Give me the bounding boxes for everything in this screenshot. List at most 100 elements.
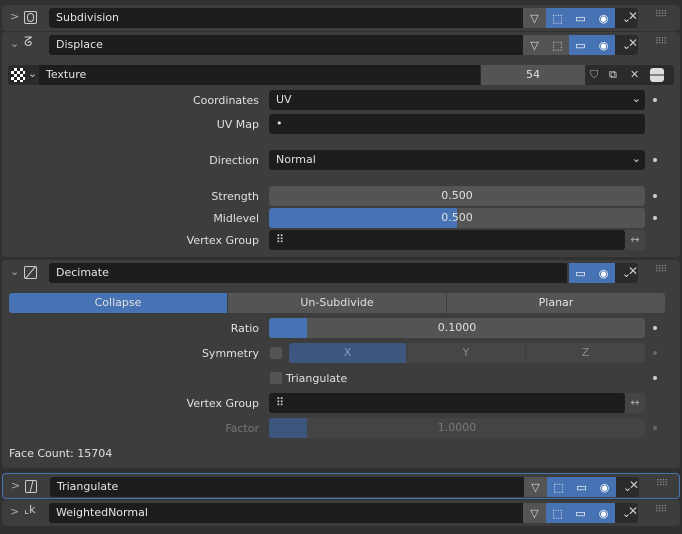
texture-name-input[interactable]: Texture <box>39 65 480 85</box>
keyframe-dot[interactable] <box>653 98 657 102</box>
vertex-group-field[interactable]: ⠿ <box>269 230 625 250</box>
toggle-icon[interactable] <box>650 68 664 82</box>
direction-select[interactable]: Normal ⌄ <box>269 150 645 170</box>
direction-value: Normal <box>276 153 316 166</box>
invert-arrows-icon[interactable]: ↔ <box>625 393 645 413</box>
on-cage-icon[interactable]: ▽ <box>523 35 546 55</box>
viewport-display-icon[interactable]: ▭ <box>569 503 592 523</box>
midlevel-value: 0.500 <box>441 211 473 224</box>
ratio-fill <box>269 318 307 338</box>
midlevel-label: Midlevel <box>213 212 259 225</box>
fake-user-shield-icon[interactable]: ⛉ <box>590 68 598 82</box>
modifier-subdivision-header[interactable]: > Subdivision ▽ ⬚ ▭ ◉ ⌄ ✕ ⠿⠿ <box>2 5 680 31</box>
ratio-value: 0.1000 <box>437 321 477 334</box>
texture-selector[interactable]: ⌄ Texture 54 ⛉ ⧉ ✕ <box>8 65 674 85</box>
viewport-display-icon[interactable]: ▭ <box>570 477 593 497</box>
drag-handle-icon[interactable]: ⠿⠿ <box>655 37 667 47</box>
ratio-label: Ratio <box>230 322 259 335</box>
ratio-slider[interactable]: 0.1000 <box>269 318 645 338</box>
symmetry-axis-y[interactable]: Y <box>407 343 525 363</box>
render-camera-icon[interactable]: ◉ <box>592 503 615 523</box>
strength-slider[interactable]: 0.500 <box>269 186 645 206</box>
subdivision-icon <box>24 11 37 24</box>
expand-chevron-icon[interactable]: > <box>11 479 20 492</box>
render-camera-icon[interactable]: ◉ <box>592 8 615 28</box>
keyframe-dot[interactable] <box>653 216 657 220</box>
unlink-icon[interactable]: ✕ <box>630 68 639 81</box>
chevron-down-icon: ⌄ <box>631 152 641 165</box>
remove-modifier-icon[interactable]: ✕ <box>628 264 638 278</box>
remove-modifier-icon[interactable]: ✕ <box>628 504 638 518</box>
symmetry-label: Symmetry <box>201 347 259 360</box>
keyframe-dot[interactable] <box>653 326 657 330</box>
modifier-triangulate-header[interactable]: > Triangulate ▽ ⬚ ▭ ◉ ⌄ ✕ ⠿⠿ <box>2 473 680 499</box>
displace-icon: ᘔ <box>24 35 33 50</box>
direction-label: Direction <box>209 154 259 167</box>
drag-handle-icon[interactable]: ⠿⠿ <box>655 505 667 515</box>
render-camera-icon[interactable]: ◉ <box>592 35 615 55</box>
remove-modifier-icon[interactable]: ✕ <box>628 36 638 50</box>
symmetry-axis-x[interactable]: X <box>289 343 406 363</box>
modifier-weightednormal-header[interactable]: > ⌞k WeightedNormal ▽ ⬚ ▭ ◉ ⌄ ✕ ⠿⠿ <box>2 500 680 526</box>
chevron-down-icon: ⌄ <box>631 92 641 105</box>
edit-mode-icon[interactable]: ⬚ <box>546 35 569 55</box>
uv-map-label: UV Map <box>216 118 259 131</box>
coordinates-select[interactable]: UV ⌄ <box>269 90 645 110</box>
mode-unsubdivide-tab[interactable]: Un-Subdivide <box>228 293 446 313</box>
remove-modifier-icon[interactable]: ✕ <box>628 9 638 23</box>
edit-mode-icon[interactable]: ⬚ <box>546 8 569 28</box>
expand-chevron-icon[interactable]: > <box>10 10 19 23</box>
keyframe-dot[interactable] <box>653 194 657 198</box>
checker-texture-icon[interactable] <box>11 68 25 82</box>
modifier-displace-header[interactable]: ⌄ ᘔ Displace ▽ ⬚ ▭ ◉ ⌄ ✕ ⠿⠿ <box>2 32 680 58</box>
symmetry-checkbox[interactable] <box>270 347 282 359</box>
vertex-group-icon: ⠿ <box>276 396 285 409</box>
triangulate-label[interactable]: Triangulate <box>286 372 347 385</box>
drag-handle-icon[interactable]: ⠿⠿ <box>656 479 668 489</box>
on-cage-icon[interactable]: ▽ <box>523 503 546 523</box>
viewport-display-icon[interactable]: ▭ <box>569 263 592 283</box>
viewport-display-icon[interactable]: ▭ <box>569 35 592 55</box>
keyframe-dot[interactable] <box>653 158 657 162</box>
on-cage-icon[interactable]: ▽ <box>524 477 547 497</box>
weighted-normal-icon: ⌞k <box>24 503 36 516</box>
vertex-group-label: Vertex Group <box>186 234 259 247</box>
factor-slider[interactable]: 1.0000 <box>269 418 645 438</box>
mode-collapse-tab[interactable]: Collapse <box>9 293 227 313</box>
collapse-chevron-icon[interactable]: ⌄ <box>10 37 19 50</box>
render-camera-icon[interactable]: ◉ <box>593 477 616 497</box>
edit-mode-icon[interactable]: ⬚ <box>546 503 569 523</box>
viewport-display-icon[interactable]: ▭ <box>569 8 592 28</box>
modifier-name-input[interactable]: WeightedNormal <box>49 503 523 523</box>
modifier-name-input[interactable]: Subdivision <box>49 8 523 28</box>
uv-map-field[interactable]: • <box>269 114 645 134</box>
invert-arrows-icon[interactable]: ↔ <box>625 230 645 250</box>
texture-users-count[interactable]: 54 <box>481 65 585 85</box>
browse-chevron-icon[interactable]: ⌄ <box>28 67 37 80</box>
modifier-name-input[interactable]: Displace <box>49 35 523 55</box>
strength-value: 0.500 <box>441 189 473 202</box>
vertex-group-field[interactable]: ⠿ <box>269 393 625 413</box>
drag-handle-icon[interactable]: ⠿⠿ <box>655 10 667 20</box>
edit-mode-icon[interactable]: ⬚ <box>547 477 570 497</box>
keyframe-dot[interactable] <box>653 376 657 380</box>
midlevel-slider[interactable]: 0.500 <box>269 208 645 228</box>
triangulate-checkbox[interactable] <box>270 372 282 384</box>
symmetry-axis-z[interactable]: Z <box>526 343 645 363</box>
on-cage-icon[interactable]: ▽ <box>523 8 546 28</box>
collapse-chevron-icon[interactable]: ⌄ <box>10 265 19 278</box>
duplicate-icon[interactable]: ⧉ <box>609 68 617 82</box>
remove-modifier-icon[interactable]: ✕ <box>629 478 639 492</box>
vertex-group-label: Vertex Group <box>186 397 259 410</box>
keyframe-dot[interactable] <box>653 426 657 430</box>
strength-label: Strength <box>211 190 259 203</box>
render-camera-icon[interactable]: ◉ <box>592 263 615 283</box>
keyframe-dot[interactable] <box>653 351 657 355</box>
expand-chevron-icon[interactable]: > <box>10 505 19 518</box>
modifier-decimate-header[interactable]: ⌄ Decimate ▭ ◉ ⌄ ✕ ⠿⠿ <box>2 260 680 286</box>
drag-handle-icon[interactable]: ⠿⠿ <box>655 265 667 275</box>
factor-value: 1.0000 <box>437 421 477 434</box>
modifier-name-input[interactable]: Triangulate <box>50 477 524 497</box>
modifier-name-input[interactable]: Decimate <box>49 263 567 283</box>
mode-planar-tab[interactable]: Planar <box>447 293 665 313</box>
